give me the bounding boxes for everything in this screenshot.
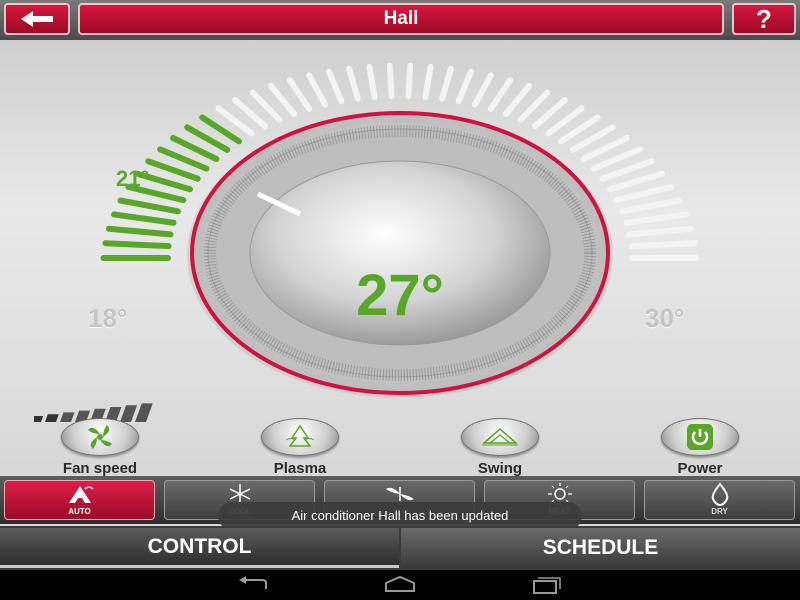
scale-tick [267, 82, 297, 117]
mode-auto-button[interactable]: AUTO [4, 480, 155, 520]
scale-tick [306, 72, 329, 108]
back-arrow-icon [21, 11, 53, 27]
current-temperature: 27° [356, 263, 444, 328]
scale-tick [102, 240, 172, 250]
fan-speed-label: Fan speed [62, 460, 138, 477]
plasma-button[interactable]: Plasma [240, 418, 360, 477]
scale-tick [117, 197, 181, 215]
fan-icon [88, 425, 112, 449]
scale-tick [405, 62, 414, 100]
bottom-tabs: CONTROL SCHEDULE [0, 526, 800, 570]
tab-control[interactable]: CONTROL [0, 528, 399, 568]
power-icon [687, 424, 713, 450]
plasma-icon [285, 424, 315, 447]
scale-tick [487, 77, 514, 112]
scale-tick [439, 65, 454, 102]
scale-tick [626, 225, 695, 238]
mode-auto-label: AUTO [68, 507, 91, 516]
scale-tick [422, 63, 434, 100]
tab-schedule[interactable]: SCHEDULE [401, 528, 800, 568]
power-button[interactable]: Power [640, 418, 760, 477]
swing-icon [482, 428, 518, 446]
scale-tick [619, 197, 683, 215]
room-title: Hall [78, 3, 724, 35]
scale-tick [503, 82, 533, 117]
set-temperature-label: 21° [116, 166, 150, 191]
scale-tick [471, 72, 494, 108]
drop-icon [711, 482, 728, 506]
fan-speed-button[interactable]: Fan speed [40, 418, 160, 477]
min-temperature-label: 18° [88, 303, 128, 333]
swing-button[interactable]: Swing [440, 418, 560, 477]
scale-tick [386, 62, 395, 100]
home-nav-icon[interactable] [382, 575, 418, 595]
scale-tick [366, 63, 378, 100]
back-button[interactable] [4, 3, 70, 35]
mode-dry-label: DRY [711, 507, 728, 516]
scale-tick [286, 77, 313, 112]
scale-tick [613, 183, 675, 204]
back-nav-icon[interactable] [236, 575, 272, 595]
scale-tick [623, 211, 689, 226]
swing-label: Swing [477, 460, 523, 477]
scale-tick [325, 68, 345, 105]
help-button[interactable]: ? [732, 3, 796, 35]
scale-tick [111, 211, 177, 226]
power-label: Power [677, 460, 723, 477]
recents-nav-icon[interactable] [528, 575, 564, 595]
max-temperature-label: 30° [645, 303, 685, 333]
header-bar: Hall ? [0, 0, 800, 40]
system-nav-bar [0, 570, 800, 600]
mode-dry-button[interactable]: DRY [644, 480, 795, 520]
scale-tick [455, 68, 475, 105]
scale-tick [346, 65, 361, 102]
scale-tick [105, 225, 174, 238]
auto-icon [68, 486, 94, 503]
scale-tick [628, 240, 698, 250]
plasma-label: Plasma [273, 460, 327, 477]
